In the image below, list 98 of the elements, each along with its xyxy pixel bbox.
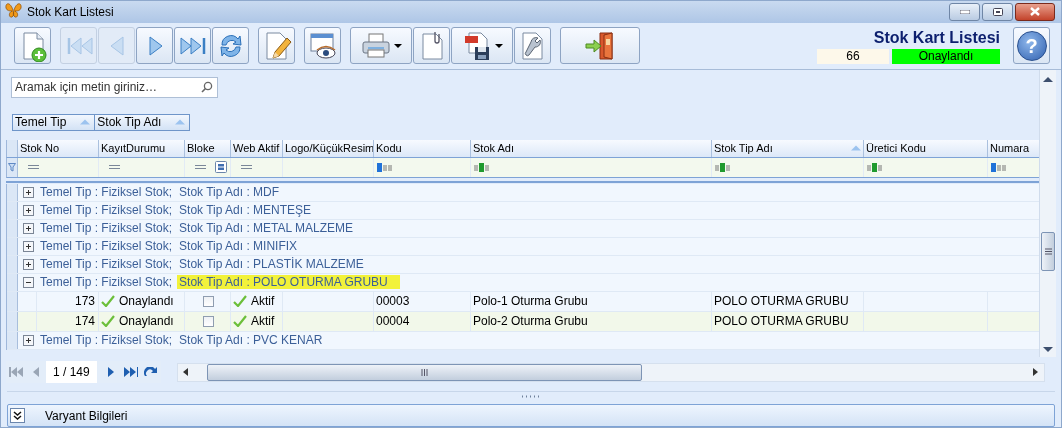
page-indicator: 1 / 149	[46, 361, 97, 383]
table-cell: Polo-1 Oturma Grubu	[471, 291, 712, 311]
table-cell: POLO OTURMA GRUBU	[712, 291, 864, 311]
edit-button[interactable]	[258, 27, 295, 65]
group-row-label: Stok Tip Adı : PLASTİK MALZEME	[178, 257, 365, 272]
column-header[interactable]: Bloke	[185, 139, 231, 157]
form-title: Stok Kart Listesi	[873, 27, 1000, 47]
status-label: Onaylandı	[892, 48, 1000, 64]
last-record-button[interactable]	[174, 27, 211, 65]
table-row[interactable]: 173 Onaylandı Aktif 00003 Polo-1 Oturma Grubu POLO OTURMA GRUBU	[7, 291, 1039, 312]
table-cell: 00003	[374, 291, 471, 311]
expand-icon[interactable]	[23, 240, 34, 252]
record-number: 66	[817, 48, 889, 64]
group-row-label: Stok Tip Adı : MENTEŞE	[178, 203, 313, 218]
equals-icon	[195, 165, 206, 170]
column-header[interactable]: Web Aktif	[231, 139, 283, 157]
status-text: Aktif	[251, 314, 275, 329]
scroll-right-icon[interactable]	[1030, 367, 1040, 377]
search-icon	[201, 81, 213, 94]
status-text: Onaylandı	[119, 314, 174, 329]
group-row-label: Temel Tip : Fiziksel Stok;	[39, 221, 174, 236]
print-button[interactable]	[350, 27, 412, 65]
close-button[interactable]	[1015, 2, 1055, 21]
exit-button[interactable]	[560, 27, 640, 65]
preview-button[interactable]	[304, 27, 341, 65]
group-by-chip[interactable]: Stok Tip Adı	[94, 113, 191, 131]
text-filter-icon[interactable]	[377, 162, 393, 172]
new-button[interactable]	[14, 27, 51, 65]
collapsible-panel-header[interactable]: Varyant Bilgileri	[7, 404, 1055, 427]
group-row-label: Stok Tip Adı : METAL MALZEME	[178, 221, 355, 236]
expand-icon[interactable]	[23, 204, 34, 216]
column-header[interactable]: Stok Tip Adı	[712, 139, 864, 157]
close-icon	[1030, 7, 1040, 17]
expand-icon[interactable]	[23, 258, 34, 270]
minimize-icon	[959, 9, 970, 14]
status-text: Onaylandı	[119, 294, 174, 309]
table-cell: 174	[36, 311, 99, 331]
group-by-chip[interactable]: Temel Tip	[12, 113, 96, 131]
maximize-button[interactable]	[982, 2, 1013, 21]
equals-icon	[241, 165, 252, 170]
minimize-button[interactable]	[949, 2, 980, 21]
column-header[interactable]: Stok No	[18, 139, 99, 157]
group-row-label: Stok Tip Adı : POLO OTURMA GRUBU	[177, 275, 400, 290]
checkbox[interactable]	[203, 315, 214, 327]
tools-button[interactable]	[514, 27, 551, 65]
status-text: Aktif	[251, 294, 275, 309]
expand-panel-button[interactable]	[10, 408, 25, 423]
column-header[interactable]: Üretici Kodu	[864, 139, 988, 157]
collapse-icon[interactable]	[23, 276, 34, 288]
scroll-up-icon[interactable]	[1043, 75, 1053, 82]
text-filter-icon[interactable]	[867, 162, 883, 172]
search-field[interactable]: Aramak için metin giriniz…	[11, 76, 218, 98]
attach-button[interactable]	[413, 27, 450, 65]
skip-forward-icon	[123, 367, 138, 377]
checkbox[interactable]	[203, 295, 214, 307]
text-filter-icon[interactable]	[715, 162, 731, 172]
group-row-label: Stok Tip Adı : MINIFIX	[178, 239, 299, 254]
restore-icon	[992, 7, 1003, 16]
group-row-label: Temel Tip : Fiziksel Stok;	[39, 257, 174, 272]
column-header[interactable]: Stok Adı	[471, 139, 712, 157]
equals-icon	[28, 165, 39, 170]
expand-icon[interactable]	[23, 222, 34, 234]
butterfly-icon	[5, 2, 22, 18]
refresh-button[interactable]	[212, 27, 249, 65]
export-pdf-button[interactable]	[451, 27, 513, 65]
equals-icon	[109, 165, 120, 170]
column-header[interactable]: Logo/KüçükResim	[283, 139, 374, 157]
table-cell: POLO OTURMA GRUBU	[712, 311, 864, 331]
chevron-down-icon	[13, 411, 22, 420]
horizontal-scrollbar[interactable]	[176, 362, 1045, 382]
group-row-label: Stok Tip Adı : PVC KENAR	[178, 333, 324, 348]
text-filter-icon[interactable]	[991, 162, 1007, 172]
group-row-label: Temel Tip : Fiziksel Stok;	[39, 239, 174, 254]
scroll-down-icon[interactable]	[1043, 347, 1053, 353]
expand-icon[interactable]	[23, 334, 34, 346]
skip-back-icon	[9, 367, 23, 377]
table-cell: 173	[36, 291, 99, 311]
grip-icon	[420, 368, 428, 376]
table-cell: 00004	[374, 311, 471, 331]
column-header[interactable]: Kodu	[374, 139, 471, 157]
vertical-scrollbar[interactable]	[1039, 69, 1056, 357]
table-cell: Polo-2 Oturma Grubu	[471, 311, 712, 331]
checkbox-filter-icon[interactable]	[215, 161, 227, 174]
window-title: Stok Kart Listesi	[27, 4, 115, 19]
group-row-label: Temel Tip : Fiziksel Stok;	[39, 203, 174, 218]
redo-arrow-icon	[143, 367, 158, 377]
group-row-label: Temel Tip : Fiziksel Stok;	[39, 185, 174, 200]
column-header[interactable]: KayıtDurumu	[99, 139, 185, 157]
next-record-button[interactable]	[136, 27, 173, 65]
grip-icon	[1044, 247, 1052, 255]
text-filter-icon[interactable]	[474, 162, 490, 172]
door-arrow-icon	[584, 29, 616, 62]
group-row-label: Temel Tip : Fiziksel Stok;	[39, 275, 174, 290]
filter-icon	[8, 162, 16, 172]
group-row-label: Stok Tip Adı : MDF	[178, 185, 281, 200]
table-row[interactable]: 174 Onaylandı Aktif 00004 Polo-2 Oturma Grubu POLO OTURMA GRUBU	[7, 311, 1039, 332]
expand-icon[interactable]	[23, 186, 34, 198]
group-row-label: Temel Tip : Fiziksel Stok;	[39, 333, 174, 348]
